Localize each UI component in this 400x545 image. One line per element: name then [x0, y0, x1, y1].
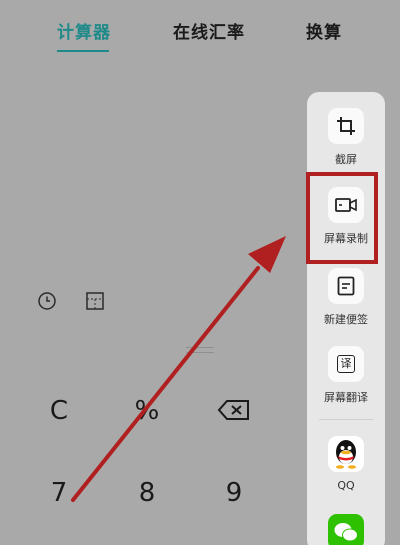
- annotation-arrow: [71, 236, 286, 502]
